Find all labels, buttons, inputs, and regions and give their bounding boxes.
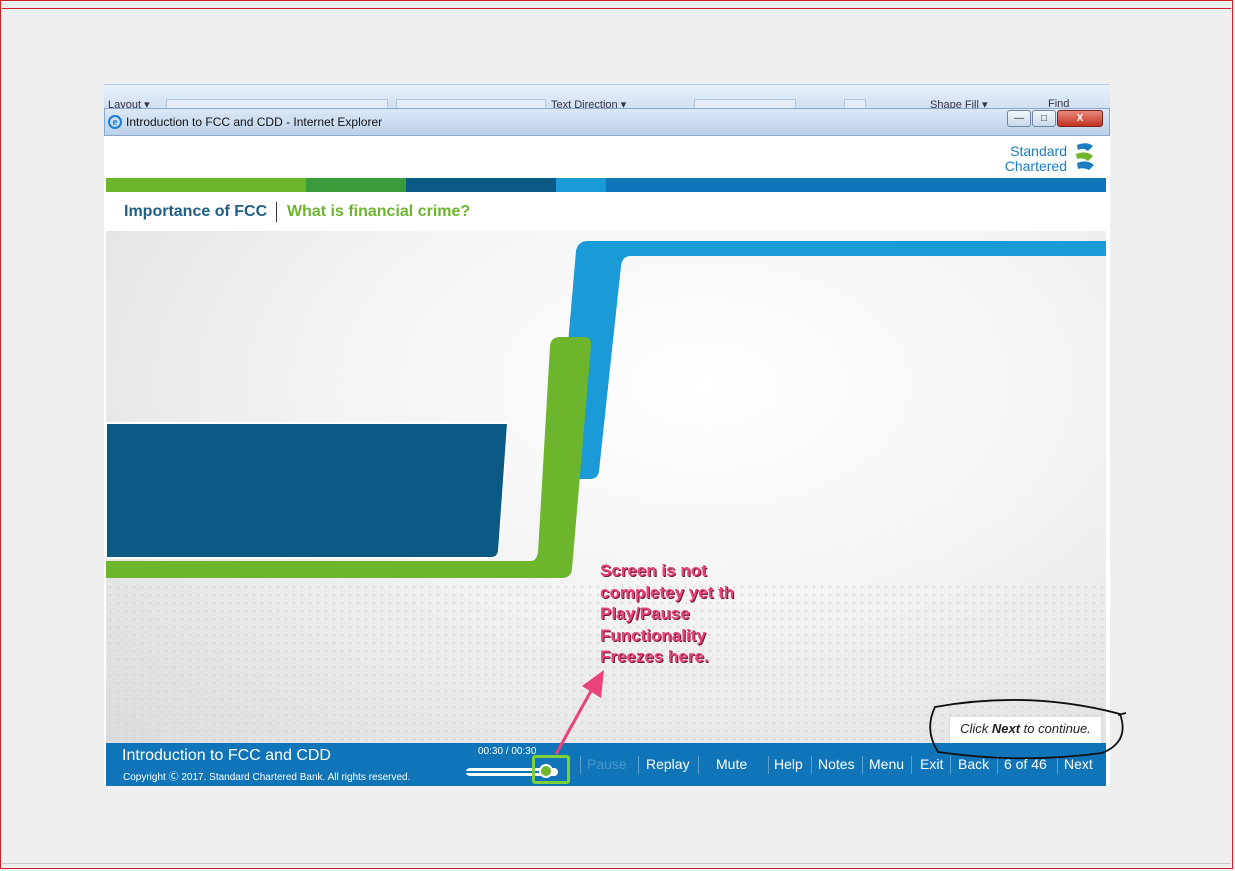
annotation-line: completey yet th <box>600 582 735 602</box>
annotation-line: Play/Pause <box>600 604 690 623</box>
notice-prefix: Click <box>960 721 992 736</box>
color-bar-segment <box>106 178 306 192</box>
course-header: Standard Chartered <box>106 136 1106 178</box>
nav-divider <box>811 756 812 774</box>
pause-button[interactable]: Pause <box>587 756 627 772</box>
mute-button[interactable]: Mute <box>716 756 747 772</box>
breadcrumb-divider <box>276 202 277 222</box>
nav-divider <box>768 756 769 774</box>
maximize-button[interactable]: □ <box>1032 110 1056 127</box>
nav-divider <box>997 756 998 774</box>
annotation-line: Functionality <box>600 625 706 645</box>
brand-logo-icon <box>1076 143 1094 170</box>
nav-divider <box>862 756 863 774</box>
breadcrumb: Importance of FCC What is financial crim… <box>106 192 1106 231</box>
breadcrumb-section: Importance of FCC <box>124 203 268 220</box>
minimize-button[interactable]: — <box>1007 110 1031 127</box>
breadcrumb-topic: What is financial crime? <box>287 203 471 220</box>
copyright-text: Copyright Ⓒ 2017. Standard Chartered Ban… <box>123 772 411 783</box>
player-footer: Introduction to FCC and CDD Copyright Ⓒ … <box>106 743 1106 786</box>
color-bar-segment <box>606 178 1106 192</box>
brand-line1: Standard <box>1010 143 1067 159</box>
internet-explorer-icon: e <box>108 115 122 129</box>
nav-divider <box>911 756 912 774</box>
browser-window: e Introduction to FCC and CDD - Internet… <box>104 108 1110 786</box>
annotation-line: Screen is not <box>600 561 707 580</box>
office-ribbon: Layout ▾ Text Direction ▾ Shape Fill ▾ F… <box>104 84 1110 109</box>
nav-divider <box>950 756 951 774</box>
frame-divider <box>2 8 1231 9</box>
window-titlebar: e Introduction to FCC and CDD - Internet… <box>104 108 1110 136</box>
nav-divider <box>698 756 699 774</box>
notes-button[interactable]: Notes <box>818 756 855 772</box>
notice-suffix: to continue. <box>1020 721 1091 736</box>
window-title: Introduction to FCC and CDD - Internet E… <box>126 115 383 129</box>
color-bar-segment <box>306 178 406 192</box>
next-button[interactable]: Next <box>1064 756 1093 772</box>
color-bar-segment <box>406 178 556 192</box>
time-readout: 00:30 / 00:30 <box>478 746 537 757</box>
frame-divider <box>2 863 1231 864</box>
nav-divider <box>1057 756 1058 774</box>
back-button[interactable]: Back <box>958 756 989 772</box>
blue-bracket-shape <box>556 241 1106 479</box>
nav-divider <box>580 756 581 774</box>
close-button[interactable]: X <box>1057 110 1103 127</box>
navy-block-shape <box>106 422 510 559</box>
menu-button[interactable]: Menu <box>869 756 904 772</box>
annotation-text: Screen is not completey yet th Play/Paus… <box>600 560 734 668</box>
continue-notice: Click Next to continue. <box>949 716 1102 744</box>
brand-line2: Chartered <box>1004 158 1067 174</box>
notice-next-emphasis: Next <box>991 721 1021 736</box>
brand-color-bar <box>106 178 1106 192</box>
nav-divider <box>638 756 639 774</box>
page-indicator: 6 of 46 <box>1004 756 1047 772</box>
exit-button[interactable]: Exit <box>920 756 943 772</box>
course-title: Introduction to FCC and CDD <box>122 747 331 764</box>
scrubber-highlight-box <box>532 755 570 784</box>
brand-logo-text: Standard Chartered <box>1005 144 1067 174</box>
color-bar-segment <box>556 178 606 192</box>
replay-button[interactable]: Replay <box>646 756 690 772</box>
help-button[interactable]: Help <box>774 756 803 772</box>
annotation-line: Freezes here. <box>600 647 709 666</box>
